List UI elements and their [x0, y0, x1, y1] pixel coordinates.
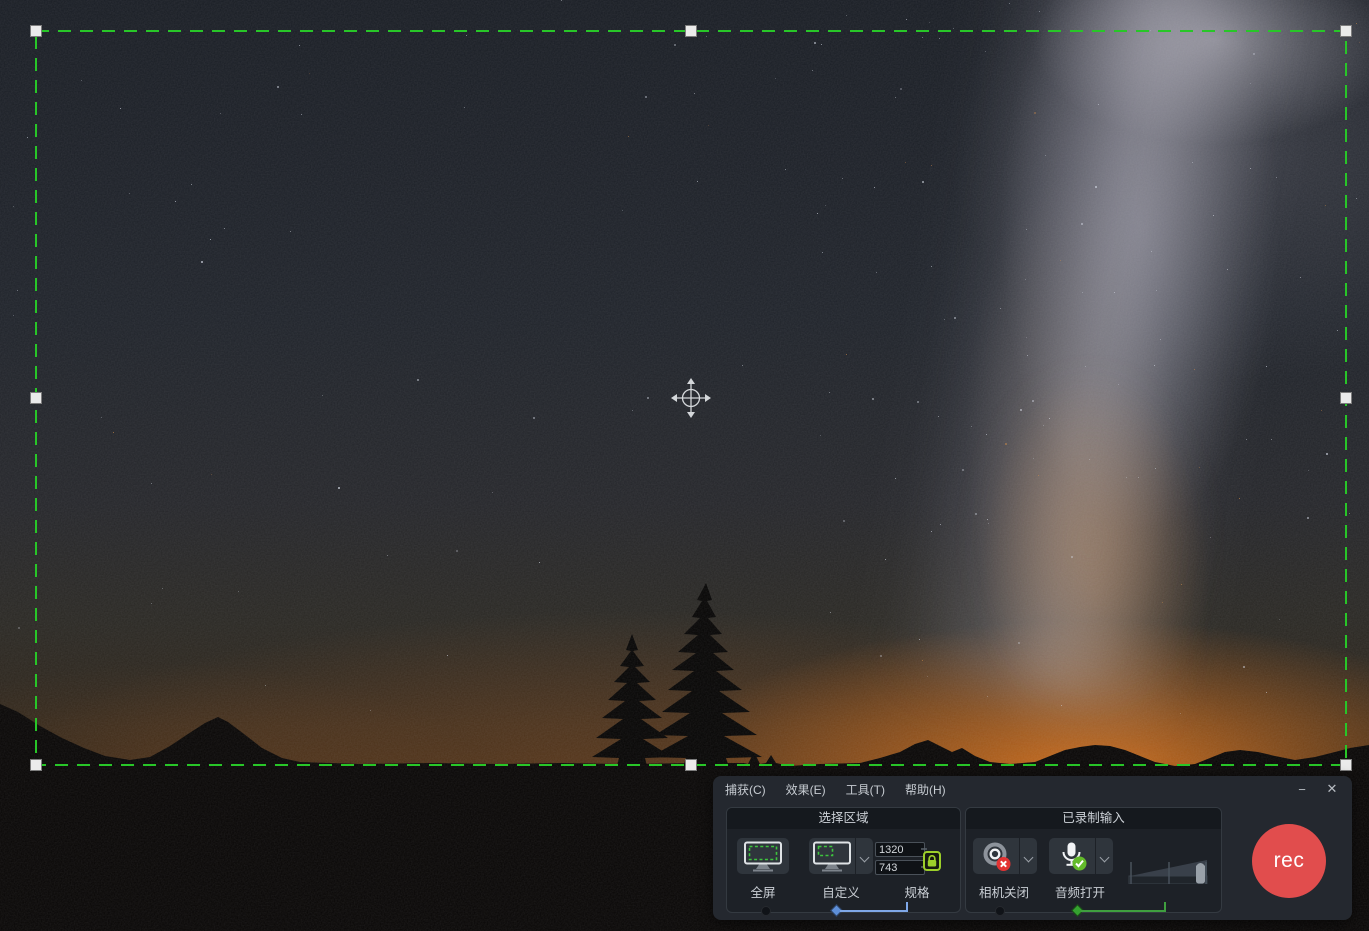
recorder-titlebar: 捕获(C) 效果(E) 工具(T) 帮助(H) − ✕ [713, 776, 1352, 802]
menu-capture[interactable]: 捕获(C) [725, 781, 766, 798]
audio-indicator-line [1081, 902, 1166, 912]
camera-toggle-button[interactable] [973, 838, 1019, 874]
recorded-inputs-card: 已录制输入 相机关闭 [965, 807, 1222, 913]
custom-indicator-line [840, 902, 908, 912]
webcam-icon [980, 840, 1012, 872]
audio-dropdown[interactable] [1096, 838, 1113, 874]
menu-help[interactable]: 帮助(H) [905, 781, 946, 798]
inputs-card-title: 已录制输入 [966, 808, 1221, 829]
selection-handle-middle-right[interactable] [1341, 393, 1352, 404]
selection-handle-top-right[interactable] [1341, 26, 1352, 37]
selection-handle-middle-left[interactable] [31, 393, 42, 404]
fullscreen-indicator [761, 906, 771, 916]
microphone-icon [1056, 840, 1088, 872]
recorder-panel: 捕获(C) 效果(E) 工具(T) 帮助(H) − ✕ 选择区域 全 [713, 776, 1352, 920]
region-card-title: 选择区域 [727, 808, 960, 829]
move-crosshair-icon[interactable] [671, 378, 711, 418]
selection-handle-top-left[interactable] [31, 26, 42, 37]
custom-region-button[interactable] [809, 838, 855, 874]
custom-region-dropdown[interactable] [856, 838, 873, 874]
selection-handle-top-center[interactable] [686, 26, 697, 37]
camera-dropdown[interactable] [1020, 838, 1037, 874]
chevron-down-icon [1100, 852, 1110, 862]
fullscreen-button[interactable] [737, 838, 789, 874]
menu-effects[interactable]: 效果(E) [786, 781, 826, 798]
audio-toggle-button[interactable] [1049, 838, 1095, 874]
chevron-down-icon [1024, 852, 1034, 862]
region-selection-card: 选择区域 全屏 自定义 [726, 807, 961, 913]
audio-status-label: 音频打开 [1046, 882, 1114, 901]
aspect-lock-icon[interactable] [923, 851, 941, 871]
selection-handle-bottom-left[interactable] [31, 760, 42, 771]
window-minimize-button[interactable]: − [1294, 782, 1310, 797]
fullscreen-monitor-icon [743, 841, 783, 872]
audio-level-slider[interactable] [1196, 863, 1205, 884]
menu-tools[interactable]: 工具(T) [846, 781, 885, 798]
fullscreen-label: 全屏 [737, 882, 789, 901]
record-button[interactable]: rec [1252, 824, 1326, 898]
selection-handle-bottom-center[interactable] [686, 760, 697, 771]
camera-indicator [995, 906, 1005, 916]
audio-level-meter[interactable] [1128, 852, 1210, 884]
screen: 捕获(C) 效果(E) 工具(T) 帮助(H) − ✕ 选择区域 全 [0, 0, 1369, 931]
chevron-down-icon [860, 852, 870, 862]
menu-bar: 捕获(C) 效果(E) 工具(T) 帮助(H) [725, 781, 946, 798]
window-close-button[interactable]: ✕ [1324, 781, 1340, 797]
selection-handle-bottom-right[interactable] [1341, 760, 1352, 771]
custom-region-label: 自定义 [809, 882, 873, 901]
custom-region-monitor-icon [812, 841, 852, 872]
camera-status-label: 相机关闭 [970, 882, 1038, 901]
dimensions-label: 规格 [887, 882, 947, 901]
